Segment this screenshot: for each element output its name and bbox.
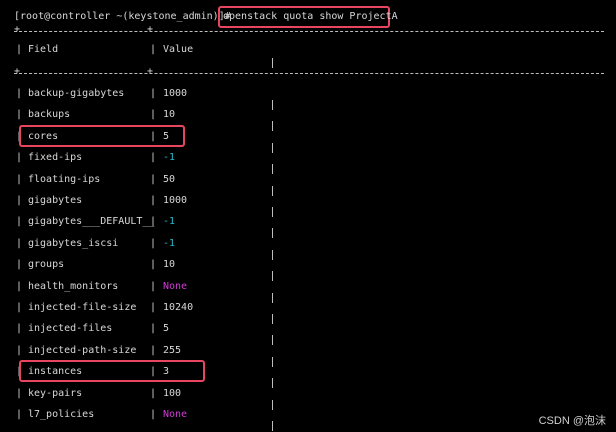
quota-value: 255 (163, 345, 182, 356)
table-pipe: | (150, 109, 157, 120)
table-pipe: | (150, 238, 157, 249)
table-pipe: | (16, 323, 23, 334)
table-pipe: | (16, 88, 23, 99)
quota-value: 100 (163, 388, 182, 399)
quota-value: -1 (163, 216, 176, 227)
table-pipe-right (272, 121, 273, 131)
header-field: Field (28, 44, 59, 55)
table-pipe-right (272, 100, 273, 110)
table-border-top-mid: + (147, 24, 154, 35)
table-pipe: | (16, 345, 23, 356)
table-pipe: | (16, 388, 23, 399)
quota-field-backups: backups (28, 109, 71, 120)
table-pipe: | (16, 195, 23, 206)
quota-value: None (163, 409, 188, 420)
quota-field-l7-policies: l7_policies (28, 409, 95, 420)
table-pipe-right (272, 250, 273, 260)
quota-field-injected-path-size: injected-path-size (28, 345, 137, 356)
header-value: Value (163, 44, 194, 55)
table-pipe-right (272, 357, 273, 367)
quota-value: 50 (163, 174, 176, 185)
quota-field-gigabytes-iscsi: gigabytes_iscsi (28, 238, 119, 249)
table-pipe: | (16, 109, 23, 120)
quota-value: 10 (163, 259, 176, 270)
quota-value: 1000 (163, 195, 188, 206)
quota-field-floating-ips: floating-ips (28, 174, 101, 185)
quota-field-fixed-ips: fixed-ips (28, 152, 83, 163)
table-pipe: | (150, 388, 157, 399)
row-highlight-box (19, 125, 185, 147)
quota-value: None (163, 281, 188, 292)
table-pipe: | (16, 152, 23, 163)
table-pipe-right (272, 335, 273, 345)
quota-field-gigabytes: gigabytes (28, 195, 83, 206)
table-pipe: | (150, 302, 157, 313)
quota-value: -1 (163, 152, 176, 163)
table-pipe: | (150, 345, 157, 356)
table-border-top: + (14, 24, 21, 35)
command-text: openstack quota show ProjectA (223, 11, 398, 22)
row-highlight-box (19, 360, 205, 382)
table-pipe: | (16, 409, 23, 420)
table-pipe: | (150, 281, 157, 292)
table-pipe-right (272, 421, 273, 431)
table-pipe: | (150, 152, 157, 163)
table-pipe: | (150, 88, 157, 99)
table-pipe: | (16, 174, 23, 185)
quota-field-health-monitors: health_monitors (28, 281, 119, 292)
table-border-header: + (14, 66, 21, 77)
terminal-window[interactable]: [root@controller ~(keystone_admin)]# ope… (0, 0, 616, 432)
table-pipe-right (272, 293, 273, 303)
table-pipe: | (150, 195, 157, 206)
table-pipe: | (150, 174, 157, 185)
table-border-header-mid: + (147, 66, 154, 77)
table-pipe: | (150, 409, 157, 420)
quota-field-groups: groups (28, 259, 65, 270)
quota-field-injected-files: injected-files (28, 323, 113, 334)
quota-value: 1000 (163, 88, 188, 99)
table-pipe-right (272, 314, 273, 324)
table-pipe: | (16, 44, 23, 55)
quota-value: 5 (163, 323, 170, 334)
table-pipe-right (272, 207, 273, 217)
table-pipe: | (16, 259, 23, 270)
table-pipe: | (150, 259, 157, 270)
table-pipe: | (16, 281, 23, 292)
watermark: CSDN @泡沫 (538, 415, 606, 427)
table-pipe-right (272, 58, 273, 68)
table-pipe-right (272, 164, 273, 174)
shell-prompt: [root@controller ~(keystone_admin)]# (14, 11, 231, 22)
quota-field-key-pairs: key-pairs (28, 388, 83, 399)
table-pipe-right (272, 271, 273, 281)
table-separator-header (14, 73, 604, 74)
table-pipe: | (16, 216, 23, 227)
table-pipe-right (272, 186, 273, 196)
table-pipe: | (16, 238, 23, 249)
quota-value: 10 (163, 109, 176, 120)
table-separator-top (14, 31, 604, 32)
quota-field-backup-gigabytes: backup-gigabytes (28, 88, 125, 99)
quota-field-gigabytes-default-: gigabytes___DEFAULT__ (28, 216, 155, 227)
table-pipe-right (272, 400, 273, 410)
table-pipe-right (272, 143, 273, 153)
quota-field-injected-file-size: injected-file-size (28, 302, 137, 313)
table-pipe-right (272, 228, 273, 238)
table-pipe: | (16, 302, 23, 313)
table-pipe: | (150, 323, 157, 334)
quota-value: -1 (163, 238, 176, 249)
quota-value: 10240 (163, 302, 194, 313)
table-pipe: | (150, 216, 157, 227)
table-pipe: | (150, 44, 157, 55)
table-pipe-right (272, 378, 273, 388)
